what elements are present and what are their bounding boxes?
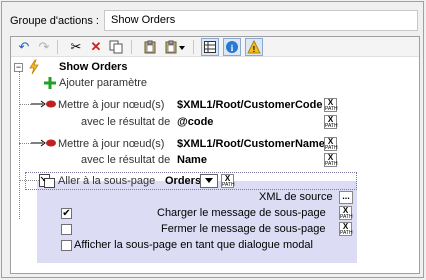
redo-icon[interactable]: ↷ (35, 38, 53, 56)
action-target[interactable]: $XML1/Root/CustomerCode (177, 99, 322, 111)
xpath-button[interactable]: X PATH (339, 222, 353, 236)
collapse-toggle[interactable]: − (14, 63, 23, 72)
paste-icon[interactable] (141, 38, 159, 56)
close-message-checkbox[interactable] (61, 224, 72, 235)
xpath-button[interactable]: X PATH (339, 206, 353, 220)
action-label: Mettre à jour nœud(s) (58, 138, 165, 150)
tree-line (19, 143, 31, 144)
toolbar-separator (193, 40, 194, 54)
action-arrow-icon (31, 138, 57, 148)
dialog-frame: Groupe d'actions : Show Orders ↶ ↷ ✂ ✕ i… (1, 1, 424, 278)
cut-icon[interactable]: ✂ (67, 38, 85, 56)
action-label: Mettre à jour nœud(s) (58, 99, 165, 111)
subpage-dropdown[interactable] (200, 174, 218, 188)
undo-icon[interactable]: ↶ (15, 38, 33, 56)
close-message-label: Fermer le message de sous-page (161, 223, 326, 235)
subpage-icon (39, 174, 55, 188)
svg-text:!: ! (253, 45, 256, 54)
root-event-label: Show Orders (59, 61, 128, 73)
xml-source-button[interactable]: ... (339, 191, 353, 204)
tree-line (19, 71, 20, 219)
grid-icon[interactable] (201, 38, 219, 56)
result-label: avec le résultat de (81, 116, 171, 128)
xpath-button[interactable]: X PATH (221, 174, 235, 188)
xpath-button[interactable]: X PATH (324, 137, 338, 151)
modal-dialog-label: Afficher la sous-page en tant que dialog… (74, 239, 313, 251)
add-icon[interactable] (44, 77, 56, 89)
tree-line (19, 104, 31, 105)
toolbar-separator (131, 40, 132, 54)
action-tree-panel: ↶ ↷ ✂ ✕ i ! − Show Orders Ajouter paramè… (10, 36, 420, 274)
toolbar-separator (57, 40, 58, 54)
result-value[interactable]: Name (177, 154, 207, 166)
toolbar: ↶ ↷ ✂ ✕ i ! (11, 37, 419, 57)
load-message-label: Charger le message de sous-page (157, 207, 326, 219)
paste-special-icon[interactable] (163, 38, 187, 56)
action-arrow-icon (31, 99, 57, 109)
load-message-checkbox[interactable]: ✔ (61, 208, 72, 219)
subpage-label: Aller à la sous-page (58, 175, 156, 187)
subpage-select-value[interactable]: Orders (165, 175, 201, 187)
action-target[interactable]: $XML1/Root/CustomerName (177, 138, 325, 150)
action-group-field[interactable]: Show Orders (104, 10, 418, 31)
lightning-icon (27, 59, 41, 75)
delete-icon[interactable]: ✕ (87, 38, 105, 56)
result-label: avec le résultat de (81, 154, 171, 166)
info-icon[interactable]: i (223, 38, 241, 56)
modal-dialog-checkbox[interactable] (61, 240, 72, 251)
xpath-button[interactable]: X PATH (324, 115, 338, 129)
xml-source-label: XML de source (259, 191, 333, 203)
action-group-label: Groupe d'actions : (10, 15, 99, 27)
xpath-button[interactable]: X PATH (324, 153, 338, 167)
copy-icon[interactable] (107, 38, 125, 56)
xpath-button[interactable]: X PATH (324, 98, 338, 112)
add-parameter-link[interactable]: Ajouter paramètre (59, 77, 147, 89)
result-value[interactable]: @code (177, 116, 213, 128)
warning-icon[interactable]: ! (245, 38, 263, 56)
